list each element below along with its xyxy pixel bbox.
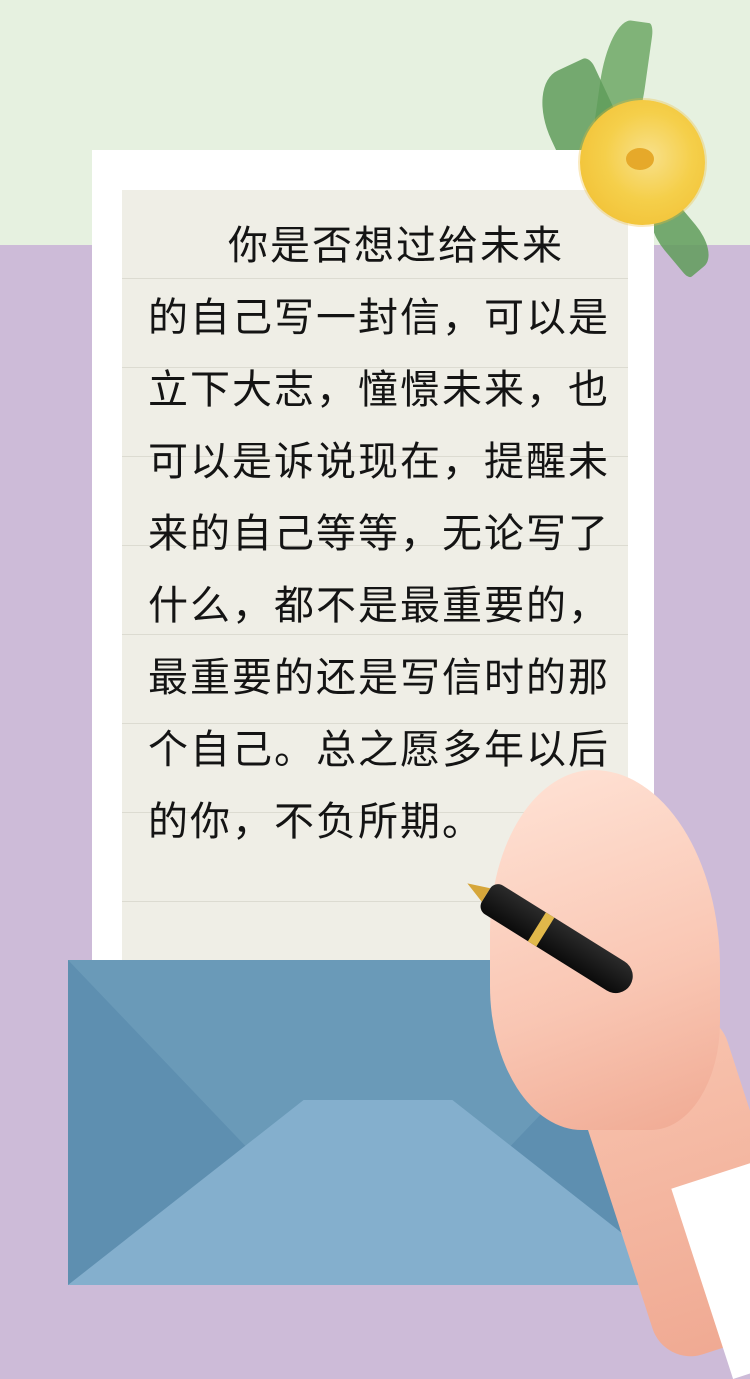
letter-line: 个自己。总之愿多年以后 xyxy=(148,727,610,773)
letter-line: 最重要的还是写信时的那 xyxy=(148,655,610,701)
letter-line: 什么，都不是最重要的， xyxy=(148,583,610,629)
letter-line: 你是否想过给未来 xyxy=(228,223,564,269)
pen-band xyxy=(527,912,555,947)
flower-icon xyxy=(580,100,705,225)
letter-line: 可以是诉说现在，提醒未 xyxy=(148,439,610,485)
flower-center xyxy=(626,148,654,170)
letter-line: 立下大志，憧憬未来，也 xyxy=(148,367,610,413)
letter-line: 来的自己等等，无论写了 xyxy=(148,511,610,557)
letter-text: 你是否想过给未来 的自己写一封信，可以是 立下大志，憧憬未来，也 可以是诉说现在… xyxy=(148,210,618,858)
letter-line: 的自己写一封信，可以是 xyxy=(148,295,610,341)
